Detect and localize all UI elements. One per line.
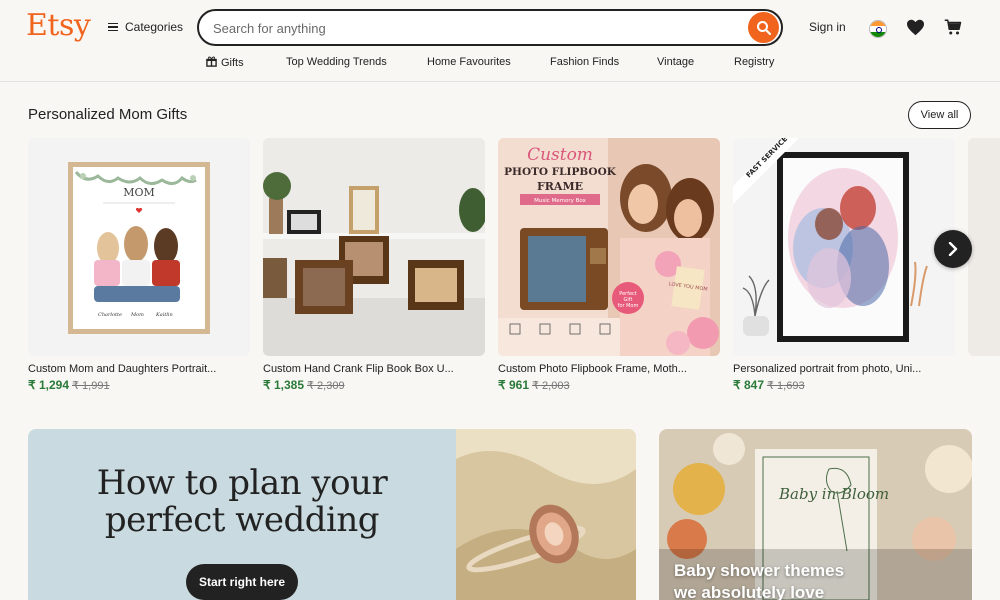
product-price-row: ₹ 1,385 ₹ 2,309: [263, 378, 485, 392]
badge-line3: for Mom: [618, 303, 639, 309]
product-price-row: ₹ 1,294 ₹ 1,991: [28, 378, 250, 392]
product-price: ₹ 1,385: [263, 378, 304, 392]
nav-top-wedding-trends[interactable]: Top Wedding Trends: [286, 56, 387, 68]
view-all-button[interactable]: View all: [908, 101, 971, 129]
categories-button[interactable]: Categories: [108, 20, 183, 34]
engagement-ring-photo: [456, 429, 636, 600]
nav-gifts[interactable]: Gifts: [206, 56, 244, 69]
gift-icon: [206, 56, 217, 67]
favorites-heart-icon[interactable]: [906, 19, 925, 36]
carousel-next-button[interactable]: [934, 230, 972, 268]
product-card[interactable]: FAST SERVICE Personalized portrait from …: [733, 138, 955, 392]
portrait-name-1: Charlotte: [98, 312, 122, 318]
start-right-here-button[interactable]: Start right here: [186, 564, 298, 600]
categories-label: Categories: [125, 20, 184, 34]
product-price: ₹ 1,294: [28, 378, 69, 392]
product-card[interactable]: LOVE YOU MOM Custom PHOTO FLIPBOOK FRAME…: [498, 138, 720, 392]
search-input[interactable]: [213, 19, 733, 37]
watercolor-portrait-frame: FAST SERVICE: [733, 138, 955, 356]
wedding-banner[interactable]: How to plan your perfect wedding Start r…: [28, 429, 636, 600]
wedding-heading-line2: perfect wedding: [104, 500, 380, 540]
product-title[interactable]: Custom Photo Flipbook Frame, Moth...: [498, 363, 720, 375]
baby-shower-banner[interactable]: Baby in Bloom Baby shower themes we abso…: [659, 429, 972, 600]
portrait-name-2: Mom: [130, 312, 144, 318]
category-nav: Gifts Top Wedding Trends Home Favourites…: [0, 56, 1000, 74]
product-image-watercolor-portrait[interactable]: FAST SERVICE: [733, 138, 955, 356]
product-price-row: ₹ 961 ₹ 2,003: [498, 378, 720, 392]
product-image-mom-daughters-portrait[interactable]: MOM Charlotte Mom Kaitlin: [28, 138, 250, 356]
product-price: ₹ 847: [733, 378, 764, 392]
portrait-frame-illustration: MOM Charlotte Mom Kaitlin: [68, 162, 210, 334]
nav-registry[interactable]: Registry: [734, 56, 774, 68]
sign-in-link[interactable]: Sign in: [809, 20, 846, 34]
product-price-row: ₹ 847 ₹ 1,693: [733, 378, 955, 392]
product-title[interactable]: Custom Hand Crank Flip Book Box U...: [263, 363, 485, 375]
portrait-name-3: Kaitlin: [155, 312, 173, 318]
product-original-price: ₹ 2,309: [307, 380, 345, 392]
photo-flipbook-frame-ad: LOVE YOU MOM Custom PHOTO FLIPBOOK FRAME…: [498, 138, 720, 356]
nav-vintage[interactable]: Vintage: [657, 56, 694, 68]
flipbook-heading-line1: PHOTO FLIPBOOK: [504, 166, 617, 178]
section-title: Personalized Mom Gifts: [28, 106, 188, 123]
india-flag-icon[interactable]: [869, 20, 887, 38]
menu-icon: [108, 23, 118, 31]
search-bar: [197, 9, 783, 46]
custom-script-text: Custom: [527, 145, 593, 165]
etsy-logo[interactable]: Etsy: [26, 8, 91, 43]
flipbook-heading-line2: FRAME: [537, 180, 583, 193]
product-original-price: ₹ 2,003: [532, 380, 570, 392]
portrait-heading: MOM: [123, 186, 155, 199]
chevron-right-icon: [948, 242, 958, 256]
flip-book-box-photo: [263, 138, 485, 356]
baby-in-bloom-card: Baby in Bloom: [778, 485, 889, 503]
search-button[interactable]: [748, 12, 779, 43]
site-header: Etsy Categories Sign in: [0, 0, 1000, 82]
nav-gifts-label: Gifts: [221, 57, 244, 69]
baby-shower-line2: we absolutely love: [674, 583, 825, 600]
music-memory-box-ribbon: Music Memory Box: [534, 198, 586, 204]
product-card[interactable]: MOM Charlotte Mom Kaitlin Custom Mom and…: [28, 138, 250, 392]
wedding-heading: How to plan your perfect wedding: [68, 465, 416, 539]
product-original-price: ₹ 1,693: [767, 380, 805, 392]
product-title[interactable]: Custom Mom and Daughters Portrait...: [28, 363, 250, 375]
wedding-heading-line1: How to plan your: [96, 463, 388, 503]
cart-icon[interactable]: [944, 18, 962, 36]
product-card[interactable]: Custom Hand Crank Flip Book Box U... ₹ 1…: [263, 138, 485, 392]
nav-fashion-finds[interactable]: Fashion Finds: [550, 56, 619, 68]
product-card-partial[interactable]: [968, 138, 1000, 356]
baby-shower-line1: Baby shower themes: [674, 561, 845, 580]
baby-shower-text: Baby shower themes we absolutely love: [674, 560, 964, 600]
product-original-price: ₹ 1,991: [72, 380, 110, 392]
product-image-flip-book-box[interactable]: [263, 138, 485, 356]
product-price: ₹ 961: [498, 378, 529, 392]
product-title[interactable]: Personalized portrait from photo, Uni...: [733, 363, 955, 375]
product-image-photo-flipbook-frame[interactable]: LOVE YOU MOM Custom PHOTO FLIPBOOK FRAME…: [498, 138, 720, 356]
search-icon: [756, 20, 771, 35]
nav-home-favourites[interactable]: Home Favourites: [427, 56, 511, 68]
